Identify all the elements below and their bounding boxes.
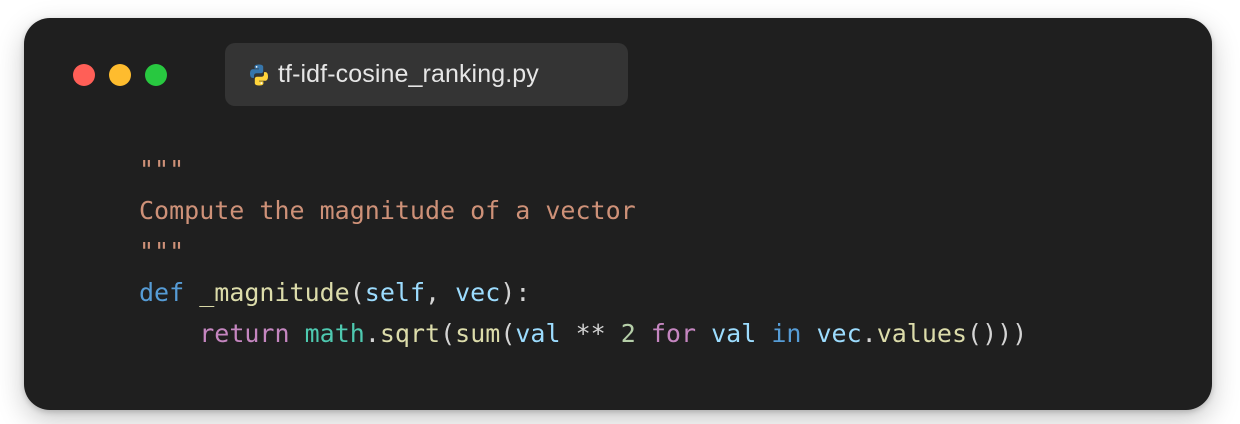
code-token: (	[500, 319, 516, 348]
code-token: """	[139, 155, 185, 184]
code-token: ,	[425, 278, 456, 307]
code-line: Compute the magnitude of a vector	[139, 190, 1027, 231]
minimize-button[interactable]	[109, 64, 131, 86]
python-icon	[247, 63, 271, 87]
code-window: tf-idf-cosine_ranking.py """ Compute the …	[24, 18, 1212, 410]
code-token: (	[349, 278, 365, 307]
code-token: _magnitude	[199, 278, 350, 307]
file-tab[interactable]: tf-idf-cosine_ranking.py	[225, 43, 628, 106]
code-line: return math.sqrt(sum(val ** 2 for val in…	[139, 313, 1027, 354]
code-token: 2	[620, 319, 636, 348]
code-token: Compute the magnitude of a vector	[139, 196, 636, 225]
code-token: math	[304, 319, 365, 348]
code-token: in	[771, 319, 802, 348]
tab-filename: tf-idf-cosine_ranking.py	[278, 60, 539, 88]
code-token: vec	[816, 319, 862, 348]
code-token: vec	[455, 278, 501, 307]
code-token: **	[560, 319, 621, 348]
code-token: .	[364, 319, 380, 348]
code-token: self	[364, 278, 426, 307]
code-token: val	[515, 319, 561, 348]
code-token: ):	[500, 278, 531, 307]
code-token: values	[876, 319, 968, 348]
code-token: (	[440, 319, 456, 348]
code-token: """	[139, 237, 185, 266]
maximize-button[interactable]	[145, 64, 167, 86]
code-line: """	[139, 149, 1027, 190]
code-token: .	[861, 319, 877, 348]
code-line: """	[139, 231, 1027, 272]
code-token: ()))	[967, 319, 1028, 348]
title-bar: tf-idf-cosine_ranking.py	[24, 18, 1212, 128]
code-token: return	[199, 319, 290, 348]
canvas: tf-idf-cosine_ranking.py """ Compute the …	[0, 0, 1240, 424]
code-block[interactable]: """ Compute the magnitude of a vector """ d…	[139, 149, 1027, 354]
close-button[interactable]	[73, 64, 95, 86]
code-token: sqrt	[379, 319, 441, 348]
code-token: sum	[455, 319, 501, 348]
code-token: val	[711, 319, 757, 348]
code-token: for	[650, 319, 697, 348]
code-line: def _magnitude(self, vec):	[139, 272, 1027, 313]
code-token: def	[139, 278, 185, 307]
window-controls	[73, 64, 167, 86]
